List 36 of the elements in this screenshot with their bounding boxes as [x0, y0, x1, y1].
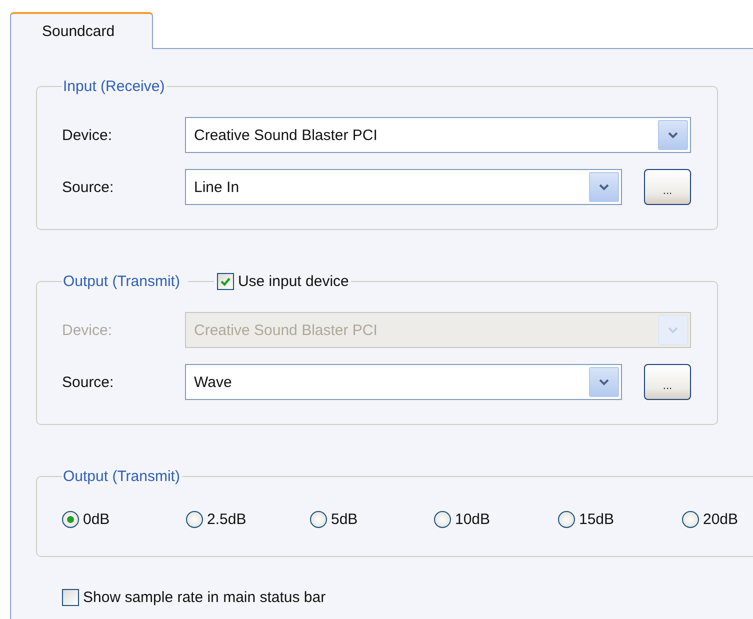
- chevron-down-icon: [599, 184, 609, 190]
- radio-button[interactable]: [310, 511, 327, 528]
- radio-label[interactable]: 2.5dB: [207, 511, 246, 528]
- checkbox-label[interactable]: Show sample rate in main status bar: [83, 589, 326, 606]
- group-title: Input (Receive): [63, 78, 165, 94]
- dropdown[interactable]: Line In: [185, 169, 622, 205]
- checkbox[interactable]: [216, 272, 234, 290]
- dropdown-arrow-button[interactable]: [589, 367, 619, 397]
- dropdown-arrow-button[interactable]: [658, 120, 688, 150]
- dropdown-arrow-button[interactable]: [589, 172, 619, 202]
- radio-button[interactable]: [682, 511, 699, 528]
- checkbox-label[interactable]: Use input device: [238, 272, 349, 290]
- field-label: Device:: [62, 322, 114, 338]
- tab[interactable]: Soundcard: [10, 12, 153, 49]
- chevron-down-icon: [599, 378, 609, 386]
- radio-button[interactable]: [186, 511, 203, 528]
- radio-label[interactable]: 0dB: [83, 511, 110, 528]
- radio-label[interactable]: 15dB: [579, 511, 614, 528]
- checkbox[interactable]: [62, 589, 79, 606]
- dropdown[interactable]: Wave: [185, 364, 622, 400]
- dropdown[interactable]: Creative Sound Blaster PCI: [185, 117, 691, 153]
- chevron-down-icon: [668, 132, 678, 138]
- field-label: Source:: [62, 178, 115, 196]
- radio-label[interactable]: 10dB: [455, 511, 490, 528]
- browse-button[interactable]: ...: [644, 169, 691, 205]
- group-title: Output (Transmit): [63, 272, 180, 290]
- radio-button[interactable]: [434, 511, 451, 528]
- group-title: Output (Transmit): [63, 468, 180, 484]
- radio-label[interactable]: 20dB: [703, 511, 738, 528]
- chevron-down-icon: [668, 326, 678, 334]
- field-label: Source:: [62, 374, 115, 390]
- radio-button[interactable]: [62, 511, 79, 528]
- radio-button[interactable]: [558, 511, 575, 528]
- browse-button[interactable]: ...: [644, 364, 691, 400]
- field-label: Device:: [62, 126, 114, 144]
- radio-label[interactable]: 5dB: [331, 511, 358, 528]
